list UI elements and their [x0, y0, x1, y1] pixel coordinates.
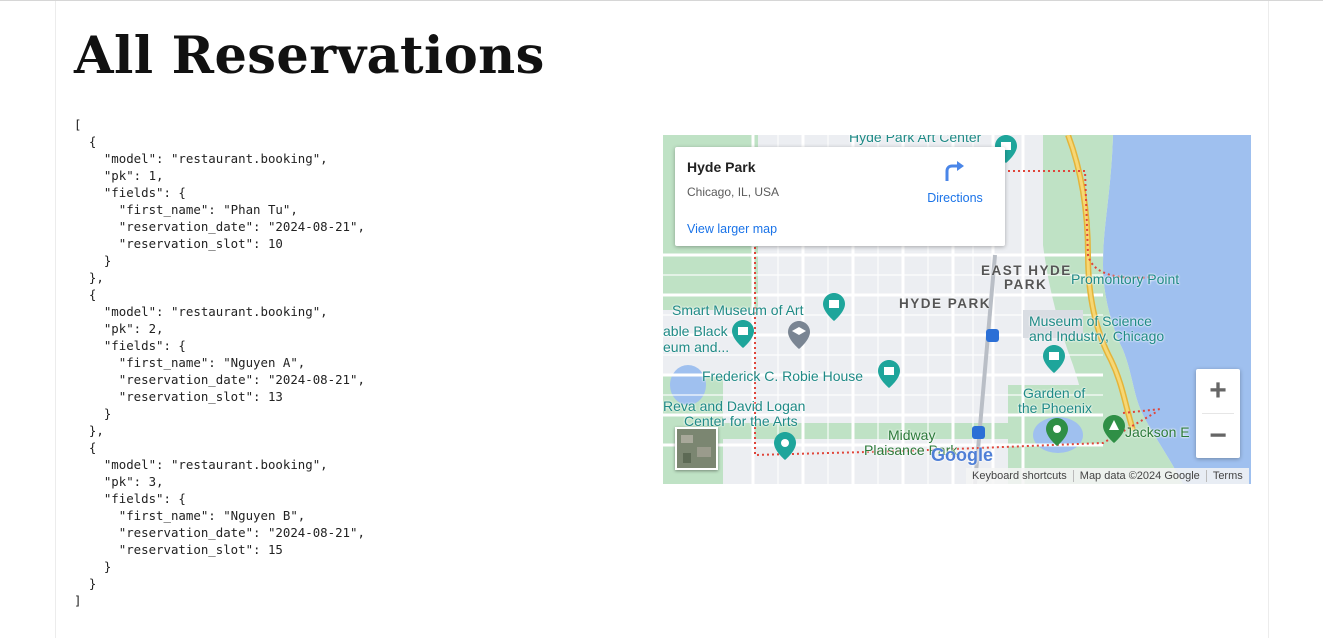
map-attribution: Keyboard shortcuts Map data ©2024 Google…	[966, 468, 1249, 484]
map-label-east-hyde-park: EAST HYDE	[981, 263, 1072, 278]
map-data-text: Map data ©2024 Google	[1072, 470, 1206, 482]
google-logo: Google	[931, 445, 993, 466]
directions-icon	[945, 161, 964, 181]
zoom-out-button[interactable]: −	[1196, 414, 1240, 458]
map-label-garden-phoenix: Garden of	[1023, 385, 1086, 401]
museum-pin-icon[interactable]	[732, 320, 754, 348]
satellite-thumbnail	[677, 429, 716, 468]
view-larger-map-link[interactable]: View larger map	[687, 222, 777, 236]
directions-button[interactable]: Directions	[925, 159, 985, 205]
place-address: Chicago, IL, USA	[687, 185, 780, 199]
terms-link[interactable]: Terms	[1205, 470, 1249, 482]
google-logo-text: Google	[931, 445, 993, 465]
directions-label: Directions	[927, 191, 983, 205]
place-name: Hyde Park	[687, 159, 756, 175]
map-label-east-hyde-park-2: PARK	[1004, 277, 1048, 292]
map-label-promontory-point: Promontory Point	[1071, 271, 1180, 287]
map-label-smart-museum: Smart Museum of Art	[672, 302, 804, 318]
map-label-museum-science: Museum of Science	[1029, 313, 1152, 329]
transit-icon[interactable]	[972, 426, 985, 439]
place-info-card: Hyde Park Chicago, IL, USA View larger m…	[675, 147, 1005, 246]
map-label-hyde-park: HYDE PARK	[899, 296, 992, 311]
embedded-map[interactable]: Hyde Park Art Center EAST HYDE PARK Prom…	[663, 135, 1251, 484]
university-pin-icon[interactable]	[788, 321, 810, 349]
map-label-robie-house: Frederick C. Robie House	[702, 368, 864, 384]
museum-pin-icon[interactable]	[1043, 345, 1065, 373]
map-label-garden-phoenix-2: the Phoenix	[1018, 400, 1092, 416]
page-title: All Reservations	[74, 26, 545, 86]
reservations-json: [ { "model": "restaurant.booking", "pk":…	[74, 117, 365, 608]
map-label-logan-center: Reva and David Logan	[663, 398, 806, 414]
map-label-midway: Midway	[888, 427, 936, 443]
satellite-view-toggle[interactable]	[675, 427, 718, 470]
zoom-controls: + −	[1196, 369, 1240, 458]
garden-pin-icon[interactable]	[1046, 418, 1068, 446]
map-label-able-black: able Black	[663, 323, 728, 339]
map-label-museum-science-2: and Industry, Chicago	[1029, 328, 1165, 344]
park-pin-icon[interactable]	[1103, 415, 1125, 443]
keyboard-shortcuts-link[interactable]: Keyboard shortcuts	[966, 470, 1073, 482]
arts-pin-icon[interactable]	[774, 432, 796, 460]
zoom-in-button[interactable]: +	[1196, 369, 1240, 413]
transit-icon[interactable]	[986, 329, 999, 342]
museum-pin-icon[interactable]	[823, 293, 845, 321]
map-label-eum-and: eum and...	[663, 339, 730, 355]
map-label-jackson: Jackson E	[1125, 424, 1190, 440]
museum-pin-icon[interactable]	[878, 360, 900, 388]
map-label-art-center: Hyde Park Art Center	[849, 135, 982, 145]
